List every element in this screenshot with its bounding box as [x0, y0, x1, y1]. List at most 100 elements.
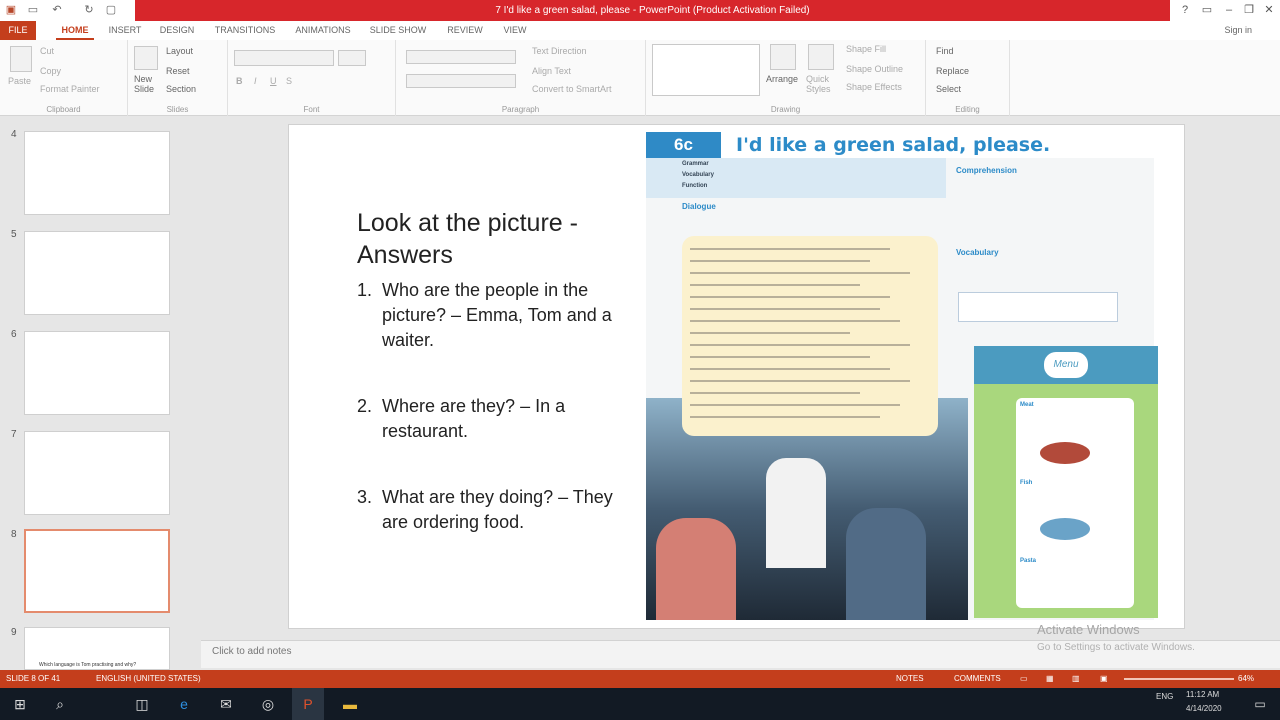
cut-button[interactable]: Cut: [40, 46, 54, 56]
question-number: 1.: [357, 280, 373, 300]
tab-view[interactable]: VIEW: [496, 21, 534, 40]
keyboard-language[interactable]: ENG: [1156, 692, 1173, 701]
zoom-level[interactable]: 64%: [1238, 670, 1254, 688]
store-icon[interactable]: ◫: [126, 688, 158, 720]
strikethrough-icon[interactable]: S: [286, 76, 292, 86]
thumb-caption: Which language is Tom practising and why…: [39, 662, 137, 668]
redo-icon[interactable]: ↻: [82, 3, 96, 17]
clipboard-label: Clipboard: [46, 105, 81, 114]
powerpoint-icon[interactable]: ▣: [4, 3, 18, 17]
tab-review[interactable]: REVIEW: [442, 21, 488, 40]
tab-slide-show[interactable]: SLIDE SHOW: [366, 21, 430, 40]
present-icon[interactable]: ▢: [104, 3, 118, 17]
notification-icon[interactable]: ▭: [1244, 688, 1276, 720]
drawing-label: Drawing: [770, 105, 801, 114]
slide-thumbnail-7[interactable]: [24, 431, 170, 515]
slide-canvas[interactable]: Look at the picture - Answers 1. Who are…: [288, 124, 1185, 629]
save-icon[interactable]: ▭: [26, 3, 40, 17]
close-icon[interactable]: ✕: [1258, 0, 1280, 21]
vocabulary-label: Vocabulary: [682, 172, 714, 178]
notes-placeholder[interactable]: Click to add notes: [212, 646, 292, 657]
bullet-list-icons[interactable]: [406, 50, 516, 64]
help-icon[interactable]: ?: [1174, 0, 1196, 21]
minimize-icon[interactable]: –: [1218, 0, 1240, 21]
replace-button[interactable]: Replace: [936, 66, 969, 76]
quick-styles-icon[interactable]: [808, 44, 834, 70]
slide-thumbnail-5[interactable]: [24, 231, 170, 315]
paste-icon[interactable]: [10, 46, 32, 72]
new-slide-button[interactable]: New Slide: [134, 74, 160, 94]
slide-thumbnail-4[interactable]: [24, 131, 170, 215]
undo-icon[interactable]: ↶: [50, 3, 64, 17]
font-name-box[interactable]: [234, 50, 334, 66]
underline-icon[interactable]: U: [270, 76, 277, 86]
slide-title-line-1: Look at the picture -: [357, 209, 578, 237]
slide-thumbnail-6[interactable]: [24, 331, 170, 415]
shape-effects-button[interactable]: Shape Effects: [846, 82, 902, 92]
tab-design[interactable]: DESIGN: [154, 21, 200, 40]
section-button[interactable]: Section: [166, 84, 196, 94]
clock-time[interactable]: 11:12 AM: [1186, 690, 1219, 699]
zoom-slider[interactable]: [1124, 678, 1234, 680]
tab-transitions[interactable]: TRANSITIONS: [210, 21, 280, 40]
notes-toggle[interactable]: NOTES: [896, 670, 924, 688]
file-explorer-icon[interactable]: ▬: [334, 688, 366, 720]
question-3[interactable]: What are they doing? – They are ordering…: [382, 485, 642, 535]
tab-home[interactable]: HOME: [56, 21, 94, 40]
question-2[interactable]: Where are they? – In a restaurant.: [382, 394, 642, 444]
ribbon-options-icon[interactable]: ▭: [1196, 0, 1218, 21]
format-painter-button[interactable]: Format Painter: [40, 84, 100, 94]
reading-view-icon[interactable]: ▥: [1072, 670, 1080, 688]
restore-icon[interactable]: ❐: [1238, 0, 1260, 21]
taskbar: ⊞ ⌕ ◫ e ✉ ◎ P ▬ ENG 11:12 AM 4/14/2020 ▭: [0, 688, 1280, 720]
edge-icon[interactable]: e: [168, 688, 200, 720]
meat-dish: [1040, 442, 1090, 464]
search-icon[interactable]: ⌕: [44, 688, 76, 720]
slide-title[interactable]: Look at the picture - Answers: [357, 207, 627, 271]
language-indicator[interactable]: ENGLISH (UNITED STATES): [96, 670, 201, 688]
shapes-gallery[interactable]: [652, 44, 760, 96]
chrome-icon[interactable]: ◎: [252, 688, 284, 720]
arrange-icon[interactable]: [770, 44, 796, 70]
powerpoint-taskbar-icon[interactable]: P: [292, 688, 324, 720]
normal-view-icon[interactable]: ▭: [1020, 670, 1028, 688]
paragraph-label: Paragraph: [501, 105, 540, 114]
comments-toggle[interactable]: COMMENTS: [954, 670, 1001, 688]
tab-animations[interactable]: ANIMATIONS: [290, 21, 356, 40]
italic-icon[interactable]: I: [254, 76, 257, 86]
sign-in-link[interactable]: Sign in: [1224, 21, 1252, 40]
text-direction-button[interactable]: Text Direction: [532, 46, 587, 56]
question-1[interactable]: Who are the people in the picture? – Emm…: [382, 278, 642, 353]
copy-button[interactable]: Copy: [40, 66, 61, 76]
menu-title: Menu: [1044, 352, 1088, 378]
font-size-box[interactable]: [338, 50, 366, 66]
slide-thumbnail-9[interactable]: Which language is Tom practising and why…: [24, 627, 170, 670]
thumb-number: 8: [11, 529, 17, 540]
arrange-button[interactable]: Arrange: [766, 74, 798, 84]
select-button[interactable]: Select: [936, 84, 961, 94]
slide-show-icon[interactable]: ▣: [1100, 670, 1108, 688]
slide-sorter-icon[interactable]: ▦: [1046, 670, 1054, 688]
bold-icon[interactable]: B: [236, 76, 243, 86]
textbook-page-image[interactable]: 6c I'd like a green salad, please. Gramm…: [646, 132, 1158, 620]
shape-outline-button[interactable]: Shape Outline: [846, 64, 903, 74]
menu-pasta: Pasta: [1020, 558, 1037, 564]
convert-smartart-button[interactable]: Convert to SmartArt: [532, 84, 612, 94]
quick-styles-button[interactable]: Quick Styles: [806, 74, 836, 94]
find-button[interactable]: Find: [936, 46, 954, 56]
layout-button[interactable]: Layout: [166, 46, 193, 56]
clock-date[interactable]: 4/14/2020: [1186, 704, 1222, 713]
shape-fill-button[interactable]: Shape Fill: [846, 44, 886, 54]
windows-start-icon[interactable]: ⊞: [4, 688, 36, 720]
reset-button[interactable]: Reset: [166, 66, 190, 76]
alignment-icons[interactable]: [406, 74, 516, 88]
tab-file[interactable]: FILE: [0, 21, 36, 40]
align-text-button[interactable]: Align Text: [532, 66, 571, 76]
font-group: B I U S Font: [228, 40, 396, 116]
new-slide-icon[interactable]: [134, 46, 158, 70]
thumbnail-scrollbar[interactable]: [187, 117, 201, 670]
mail-icon[interactable]: ✉: [210, 688, 242, 720]
paste-button[interactable]: Paste: [8, 76, 31, 86]
slide-thumbnail-8[interactable]: [24, 529, 170, 613]
tab-insert[interactable]: INSERT: [104, 21, 146, 40]
